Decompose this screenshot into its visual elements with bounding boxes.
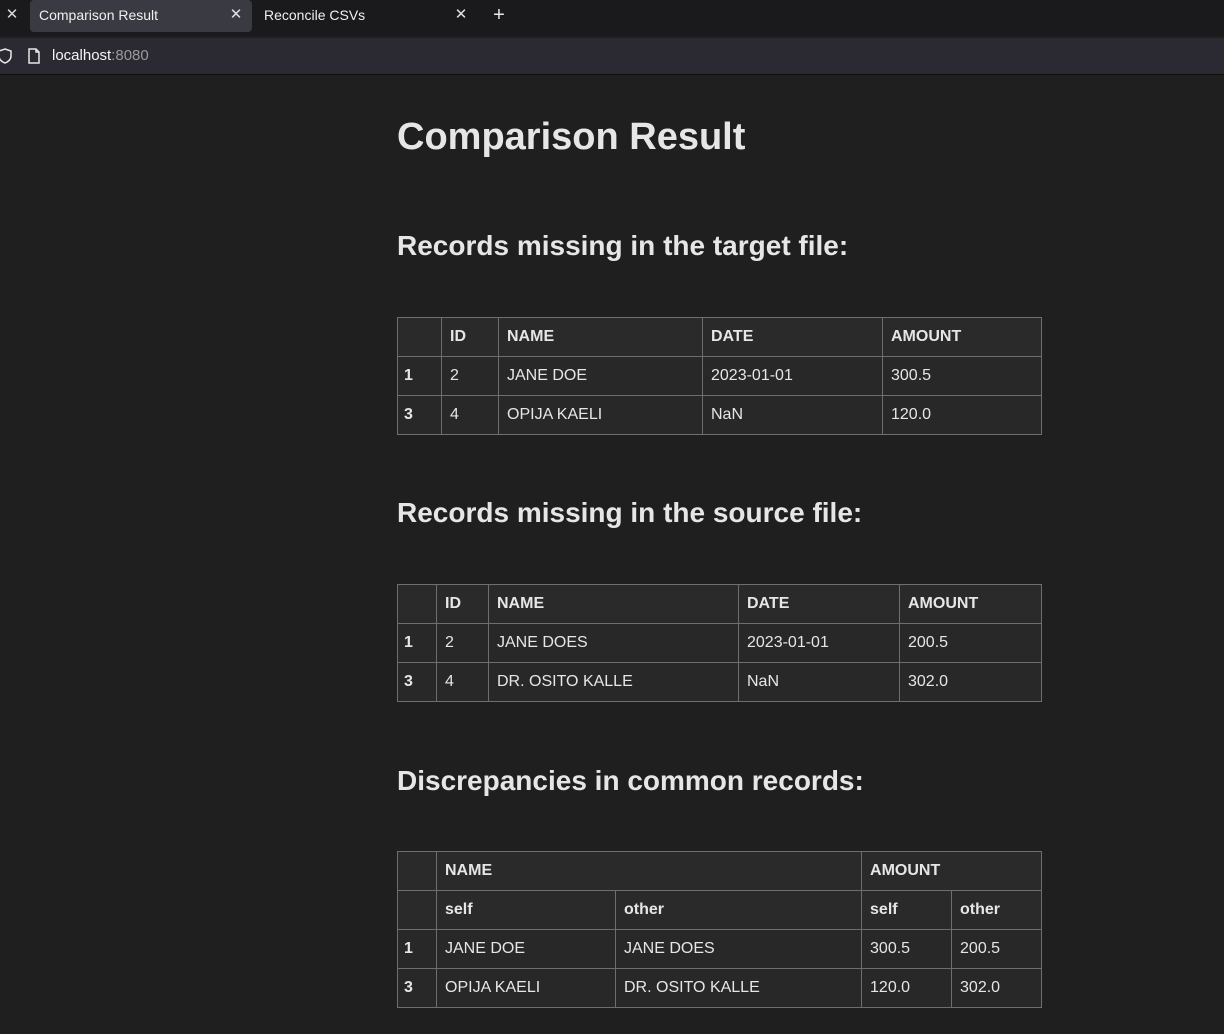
cell-name: JANE DOE (498, 356, 703, 396)
url-input[interactable]: localhost:8080 (52, 47, 149, 65)
column-header-date: DATE (702, 317, 883, 357)
tab-title: Comparison Result (39, 7, 159, 23)
table-subheader-row: self other self other (397, 890, 1043, 930)
cell-amount-other: 302.0 (951, 968, 1043, 1008)
tab-title: Reconcile CSVs (264, 7, 366, 23)
close-tab-icon[interactable]: ✕ (228, 6, 244, 24)
close-tab-icon[interactable]: ✕ (453, 6, 469, 24)
section-heading-missing-source: Records missing in the source file: (397, 497, 863, 528)
cell-name-self: JANE DOE (436, 929, 616, 969)
table-row: 3 OPIJA KAELI DR. OSITO KALLE 120.0 302.… (397, 968, 1043, 1008)
table-header-row: ID NAME DATE AMOUNT (397, 317, 1042, 357)
row-index: 3 (397, 662, 437, 702)
cell-amount: 200.5 (899, 623, 1042, 663)
cell-id: 2 (441, 356, 499, 396)
row-index: 1 (397, 623, 437, 663)
subheader-amount-other: other (951, 890, 1043, 930)
index-header (397, 890, 437, 930)
group-header-name: NAME (435, 851, 863, 891)
cell-amount: 120.0 (882, 395, 1042, 435)
cell-amount-self: 120.0 (861, 968, 953, 1008)
section-heading-missing-target: Records missing in the target file: (397, 230, 849, 261)
column-header-name: NAME (488, 584, 739, 624)
column-header-date: DATE (738, 584, 900, 624)
column-header-id: ID (441, 317, 499, 357)
section-heading-discrepancies: Discrepancies in common records: (397, 765, 864, 796)
tab-reconcile-csvs[interactable]: Reconcile CSVs ✕ (256, 0, 478, 32)
close-icon[interactable]: ✕ (4, 6, 20, 24)
row-index: 3 (397, 395, 442, 435)
table-row: 3 4 DR. OSITO KALLE NaN 302.0 (397, 662, 1042, 702)
cell-date: NaN (702, 395, 883, 435)
subheader-name-other: other (614, 890, 863, 930)
table-row: 3 4 OPIJA KAELI NaN 120.0 (397, 395, 1042, 435)
tab-comparison-result[interactable]: Comparison Result ✕ (30, 0, 252, 32)
cell-amount-other: 200.5 (951, 929, 1043, 969)
cell-date: 2023-01-01 (702, 356, 883, 396)
missing-source-table: ID NAME DATE AMOUNT 1 2 JANE DOES 2023-0… (397, 584, 1042, 702)
cell-amount-self: 300.5 (861, 929, 953, 969)
row-index: 3 (397, 968, 437, 1008)
cell-date: 2023-01-01 (738, 623, 900, 663)
cell-amount: 300.5 (882, 356, 1042, 396)
index-header (397, 584, 437, 624)
subheader-amount-self: self (861, 890, 953, 930)
shield-icon[interactable] (0, 48, 12, 64)
column-header-amount: AMOUNT (899, 584, 1042, 624)
address-bar: localhost:8080 (0, 38, 1224, 75)
discrepancies-table: NAME AMOUNT self other self other 1 JANE… (397, 851, 1043, 1008)
table-header-row: ID NAME DATE AMOUNT (397, 584, 1042, 624)
url-host: localhost (52, 47, 112, 64)
cell-id: 4 (441, 395, 499, 435)
column-header-name: NAME (498, 317, 703, 357)
group-header-amount: AMOUNT (861, 851, 1043, 891)
subheader-name-self: self (436, 890, 616, 930)
cell-id: 2 (436, 623, 489, 663)
cell-amount: 302.0 (899, 662, 1042, 702)
index-header (397, 851, 437, 891)
tab-bar: ✕ Comparison Result ✕ Reconcile CSVs ✕ + (0, 0, 1224, 36)
cell-name: JANE DOES (488, 623, 739, 663)
column-header-id: ID (436, 584, 489, 624)
column-header-amount: AMOUNT (882, 317, 1042, 357)
missing-target-table: ID NAME DATE AMOUNT 1 2 JANE DOE 2023-01… (397, 317, 1042, 435)
row-index: 1 (397, 356, 442, 396)
url-port: :8080 (111, 47, 149, 64)
table-row: 1 JANE DOE JANE DOES 300.5 200.5 (397, 929, 1043, 969)
index-header (397, 317, 442, 357)
table-row: 1 2 JANE DOE 2023-01-01 300.5 (397, 356, 1042, 396)
page-icon[interactable] (27, 48, 41, 64)
cell-name-self: OPIJA KAELI (436, 968, 616, 1008)
cell-date: NaN (738, 662, 900, 702)
cell-id: 4 (436, 662, 489, 702)
cell-name: DR. OSITO KALLE (488, 662, 739, 702)
cell-name-other: DR. OSITO KALLE (614, 968, 863, 1008)
new-tab-plus-icon[interactable]: + (489, 4, 509, 26)
table-row: 1 2 JANE DOES 2023-01-01 200.5 (397, 623, 1042, 663)
cell-name-other: JANE DOES (614, 929, 863, 969)
table-group-header-row: NAME AMOUNT (397, 851, 1043, 891)
cell-name: OPIJA KAELI (498, 395, 703, 435)
page-title: Comparison Result (397, 116, 746, 158)
row-index: 1 (397, 929, 437, 969)
